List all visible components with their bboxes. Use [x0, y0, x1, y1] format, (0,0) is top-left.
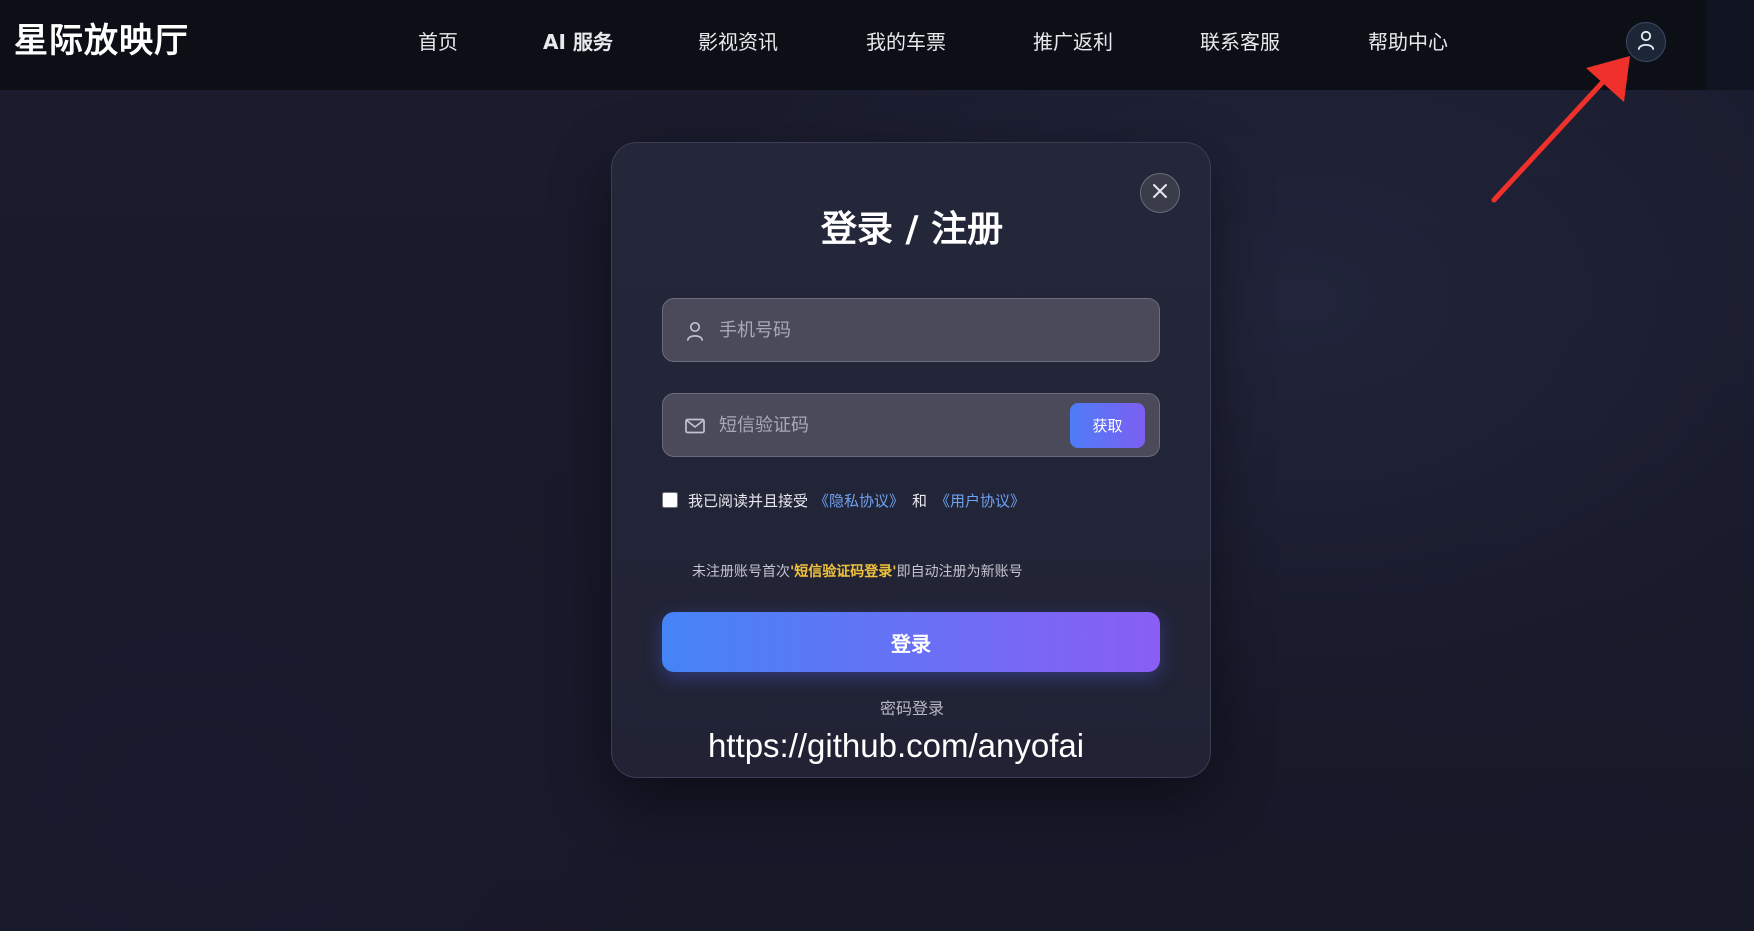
sms-code-input[interactable] [719, 394, 1059, 456]
hint-before: 未注册账号首次 [692, 564, 790, 580]
top-navbar: 星际放映厅 首页 AI 服务 影视资讯 我的车票 推广返利 联系客服 帮助中心 [0, 0, 1706, 90]
user-icon [683, 319, 707, 343]
nav-item-help[interactable]: 帮助中心 [1368, 28, 1448, 56]
page: 星际放映厅 首页 AI 服务 影视资讯 我的车票 推广返利 联系客服 帮助中心 [0, 0, 1754, 931]
phone-field[interactable] [662, 298, 1160, 362]
agreement-checkbox[interactable] [662, 492, 678, 508]
nav-item-referral[interactable]: 推广返利 [1033, 28, 1113, 56]
nav-item-ai-service[interactable]: AI 服务 [543, 28, 613, 56]
hint-after: 即自动注册为新账号 [896, 564, 1023, 580]
login-modal: 登录 / 注册 获取 我已阅读并 [611, 142, 1211, 778]
watermark-text: https://github.com/anyofai [708, 727, 1085, 764]
register-hint: 未注册账号首次'短信验证码登录'即自动注册为新账号 [692, 561, 1023, 581]
close-icon [1152, 183, 1168, 203]
privacy-policy-link[interactable]: 《隐私协议》 [814, 490, 904, 511]
hint-highlight: '短信验证码登录' [790, 564, 897, 580]
user-agreement-link[interactable]: 《用户协议》 [935, 490, 1025, 511]
brand-logo[interactable]: 星际放映厅 [14, 20, 189, 62]
agreement-and: 和 [912, 491, 928, 510]
login-button[interactable]: 登录 [662, 612, 1160, 672]
nav-item-support[interactable]: 联系客服 [1200, 28, 1280, 56]
password-login-link[interactable]: 密码登录 [612, 695, 1212, 719]
get-code-button[interactable]: 获取 [1070, 403, 1145, 448]
phone-input[interactable] [719, 299, 1059, 361]
mail-icon [683, 414, 707, 438]
navbar-edge [1706, 0, 1754, 90]
nav-item-home[interactable]: 首页 [418, 28, 458, 56]
nav-item-news[interactable]: 影视资讯 [698, 28, 778, 56]
annotation-arrow [1491, 56, 1630, 203]
nav-item-my-tickets[interactable]: 我的车票 [866, 28, 946, 56]
agreement-row: 我已阅读并且接受 《隐私协议》 和 《用户协议》 [662, 488, 1025, 512]
modal-title: 登录 / 注册 [820, 209, 1004, 250]
agreement-prefix: 我已阅读并且接受 [688, 491, 809, 510]
sms-code-field[interactable]: 获取 [662, 393, 1160, 457]
